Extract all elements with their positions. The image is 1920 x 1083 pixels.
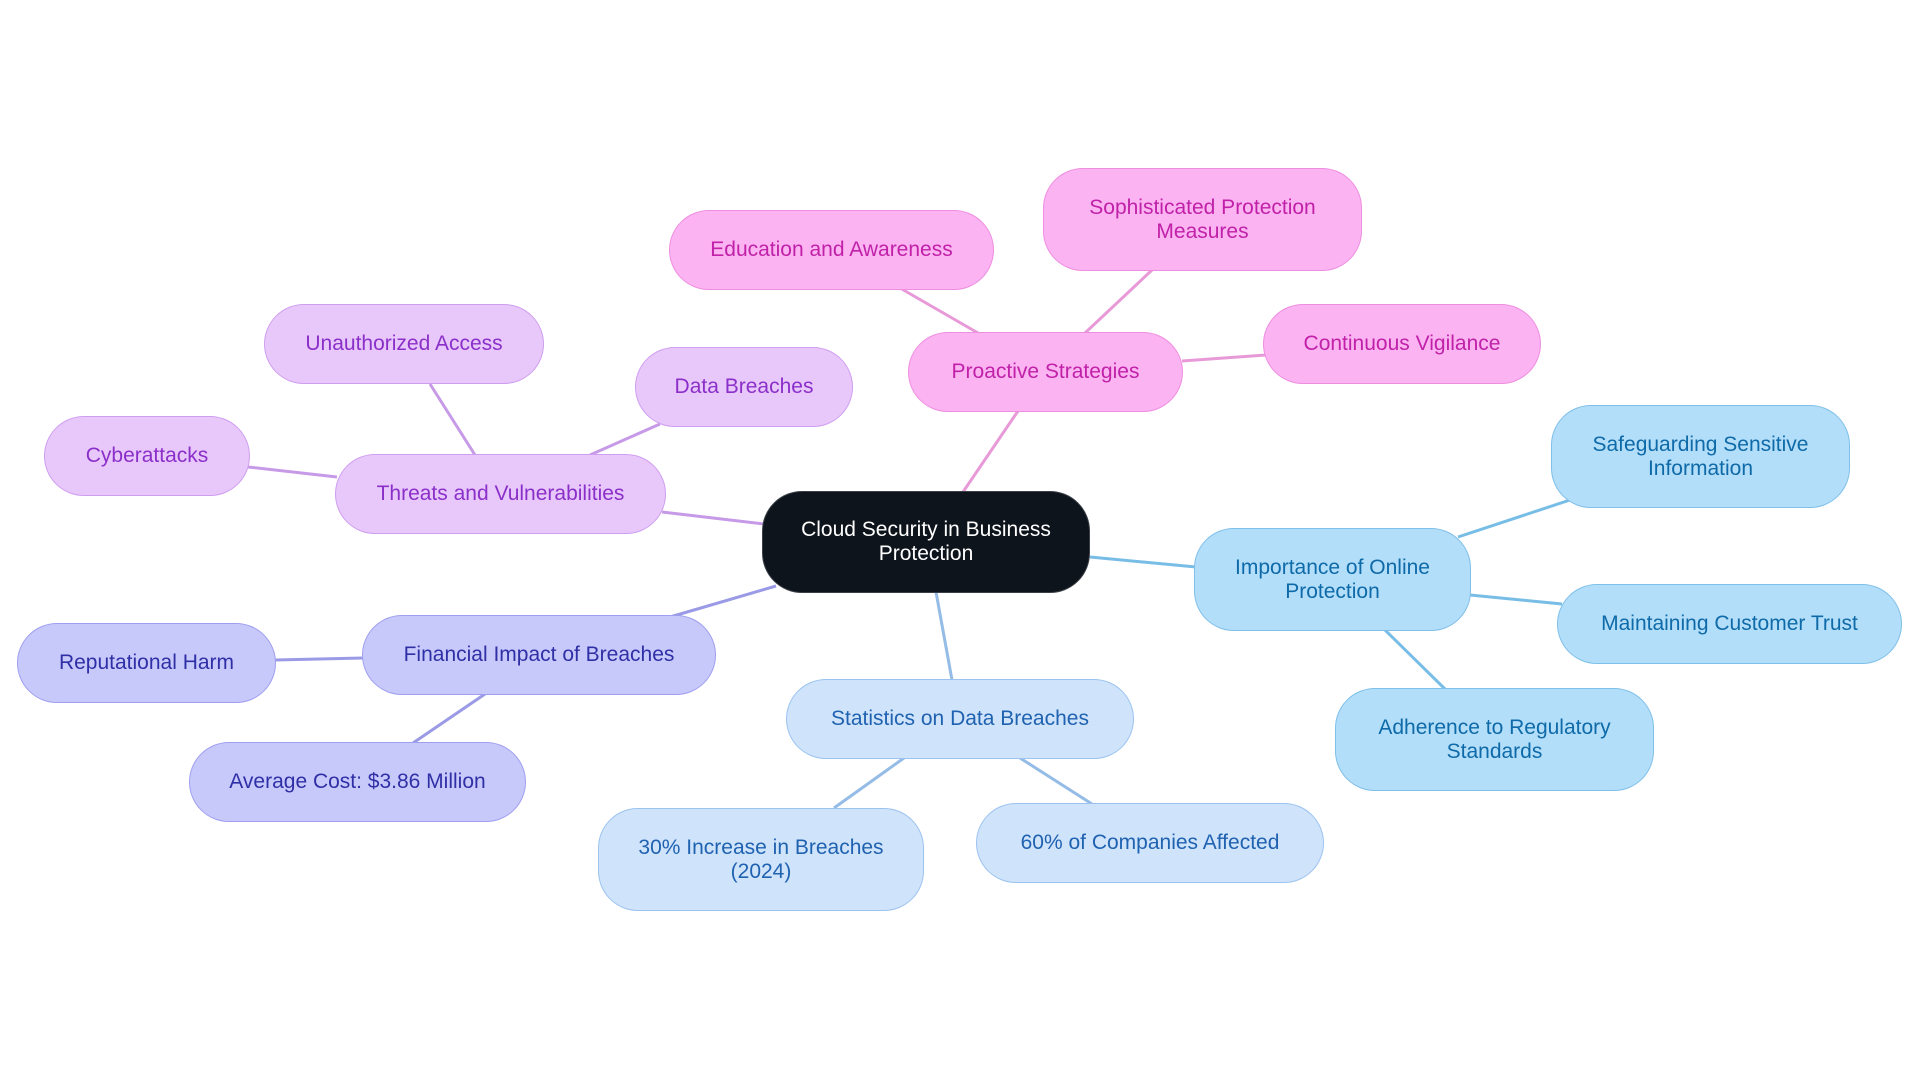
edge-importance-safeguarding [1457, 498, 1571, 539]
node-sophisticated-protection-measures[interactable]: Sophisticated Protection Measures [1043, 168, 1362, 271]
node-cyberattacks[interactable]: Cyberattacks [44, 416, 250, 496]
edge-financial-reputational [274, 656, 364, 662]
edge-strategies-education [899, 286, 979, 335]
edge-threats-databreaches [589, 422, 661, 457]
edge-financial-averagecost [412, 692, 486, 745]
node-safeguarding-sensitive-information[interactable]: Safeguarding Sensitive Information [1551, 405, 1850, 508]
node-importance-of-online-protection[interactable]: Importance of Online Protection [1194, 528, 1471, 631]
root-node[interactable]: Cloud Security in Business Protection [762, 491, 1090, 593]
edge-importance-trust [1469, 593, 1563, 606]
node-unauthorized-access[interactable]: Unauthorized Access [264, 304, 544, 384]
mind-map-canvas: Cloud Security in Business Protection Th… [0, 0, 1920, 1083]
edge-root-financial [669, 584, 777, 619]
node-statistics-on-data-breaches[interactable]: Statistics on Data Breaches [786, 679, 1134, 759]
node-financial-impact-of-breaches[interactable]: Financial Impact of Breaches [362, 615, 716, 695]
edge-strategies-vigilance [1181, 353, 1267, 363]
edge-threats-cyberattacks [247, 465, 338, 479]
node-adherence-to-regulatory-standards[interactable]: Adherence to Regulatory Standards [1335, 688, 1654, 791]
edge-importance-regulatory [1383, 628, 1448, 692]
edge-root-threats [661, 510, 765, 526]
node-30-percent-increase[interactable]: 30% Increase in Breaches (2024) [598, 808, 924, 911]
edge-root-statistics [934, 591, 954, 681]
node-data-breaches[interactable]: Data Breaches [635, 347, 853, 427]
node-threats-and-vulnerabilities[interactable]: Threats and Vulnerabilities [335, 454, 666, 534]
edge-threats-unauthorized [428, 383, 477, 456]
node-education-and-awareness[interactable]: Education and Awareness [669, 210, 994, 290]
node-continuous-vigilance[interactable]: Continuous Vigilance [1263, 304, 1541, 384]
node-60-percent-companies-affected[interactable]: 60% of Companies Affected [976, 803, 1324, 883]
node-reputational-harm[interactable]: Reputational Harm [17, 623, 276, 703]
node-proactive-strategies[interactable]: Proactive Strategies [908, 332, 1183, 412]
edge-root-strategies [961, 410, 1020, 493]
node-maintaining-customer-trust[interactable]: Maintaining Customer Trust [1557, 584, 1902, 664]
edge-statistics-companies [1019, 756, 1093, 806]
edge-statistics-increase [833, 756, 905, 810]
edge-root-importance [1089, 555, 1197, 569]
edge-strategies-sophisticated [1083, 268, 1154, 335]
node-average-cost[interactable]: Average Cost: $3.86 Million [189, 742, 526, 822]
